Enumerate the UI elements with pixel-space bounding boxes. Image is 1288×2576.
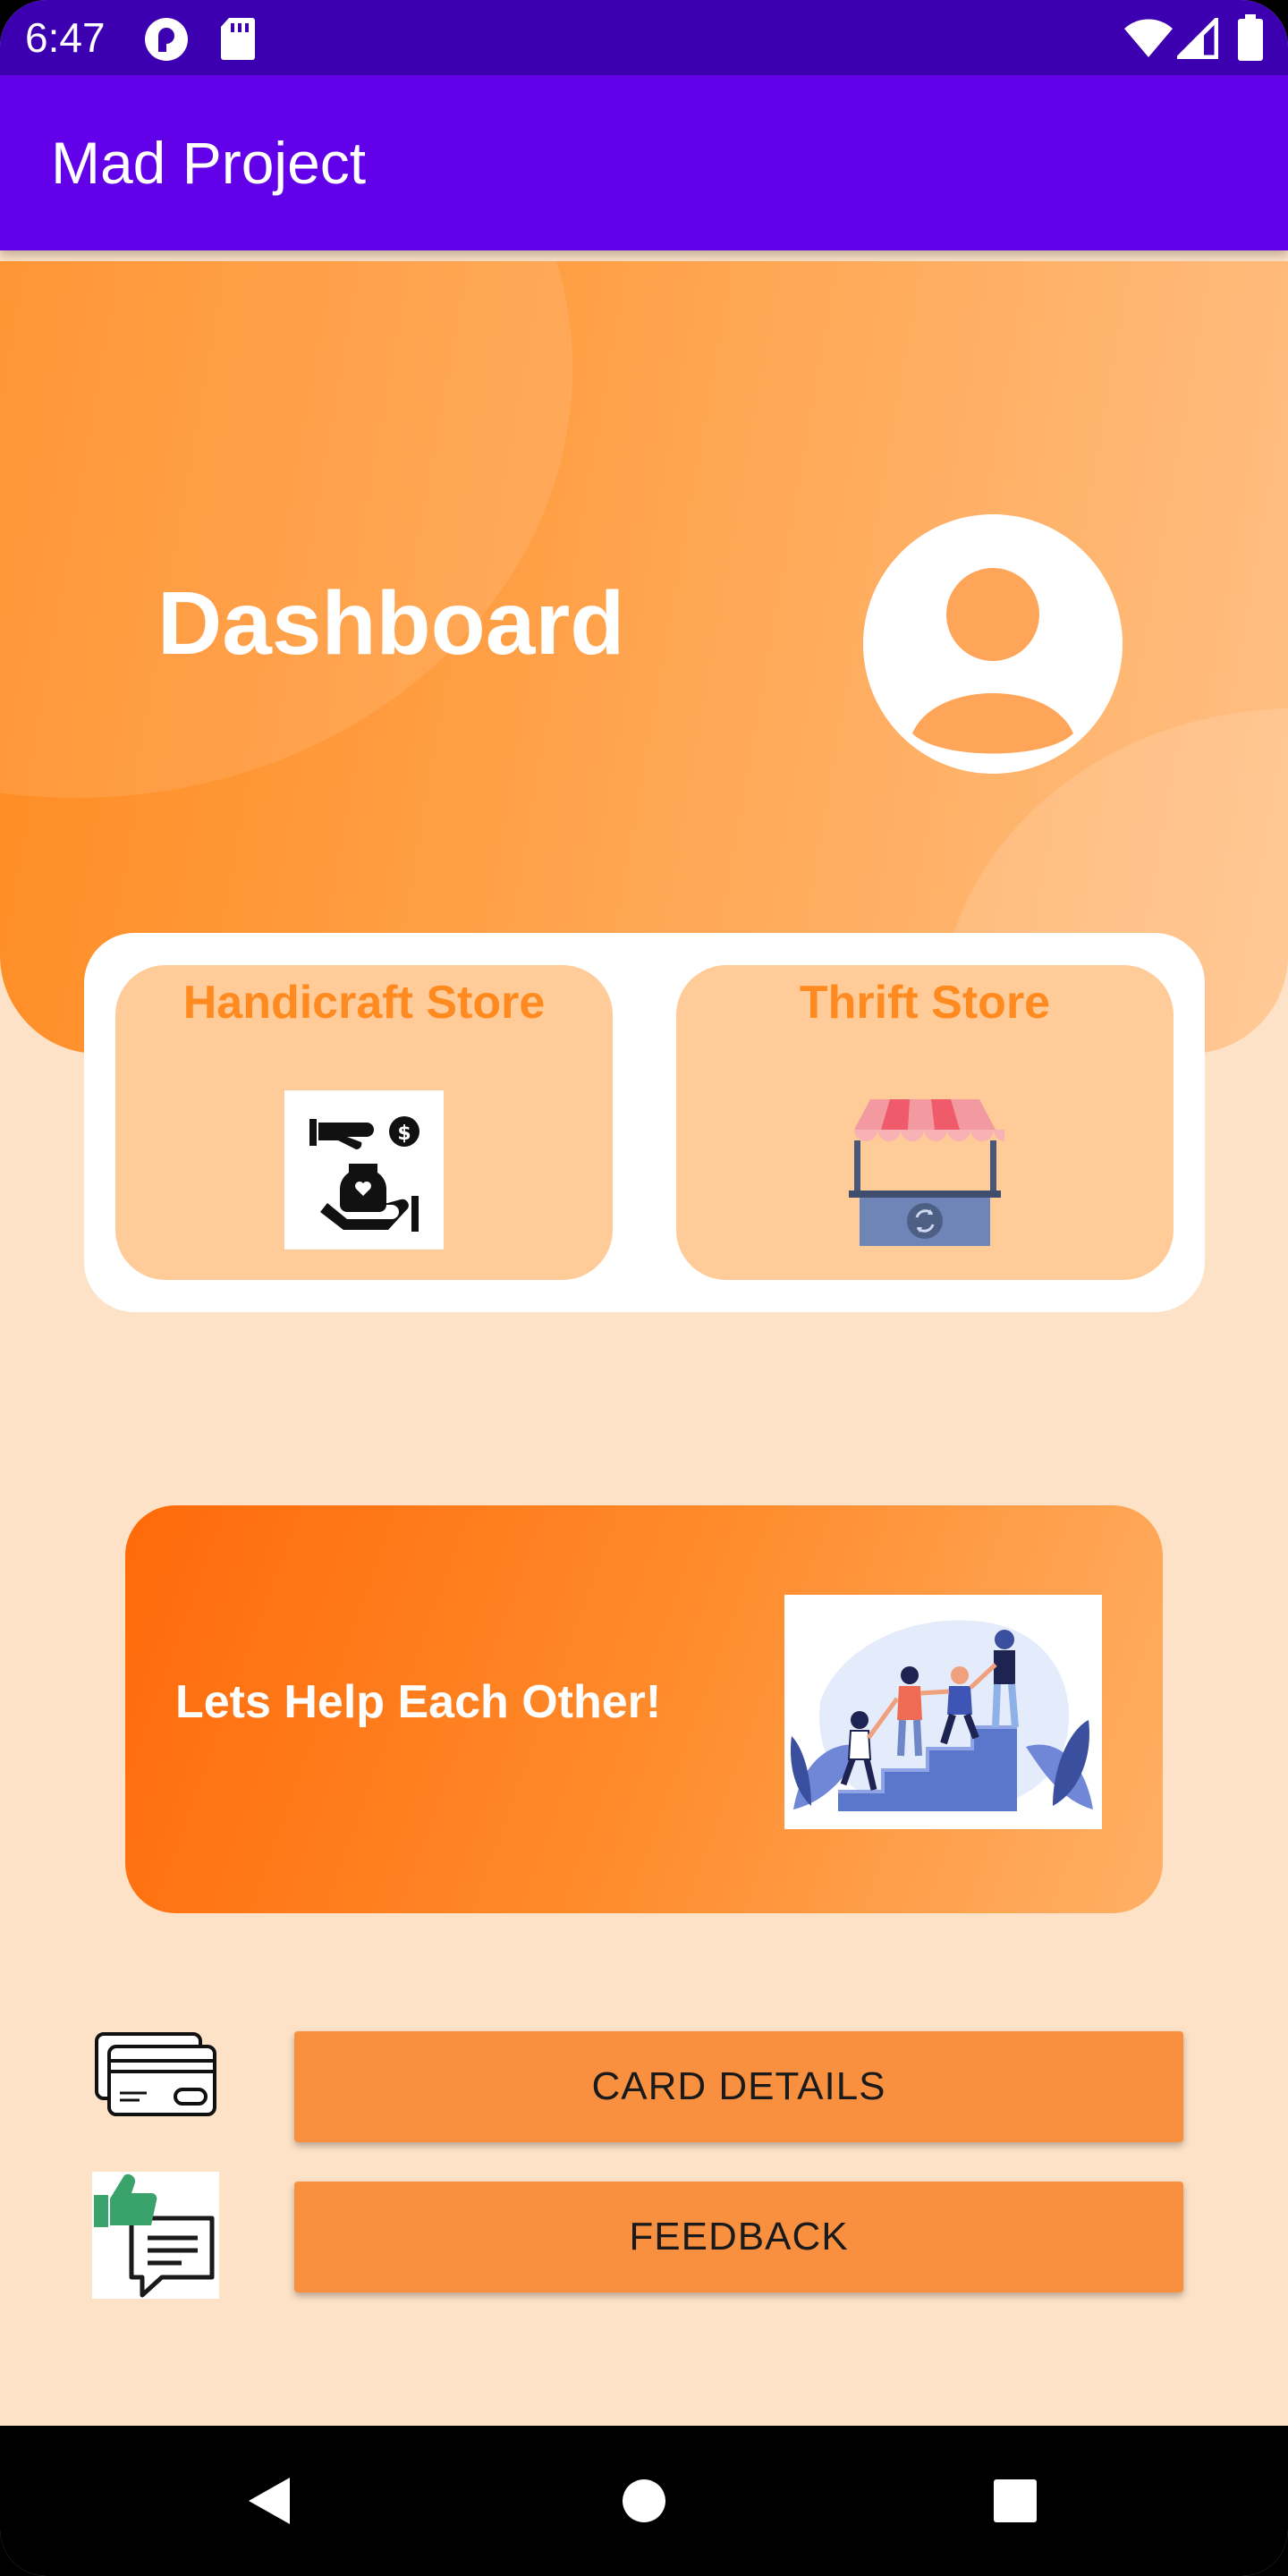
- feedback-button[interactable]: FEEDBACK: [294, 2182, 1183, 2292]
- store-panel: Handicraft Store $ Thrift Store: [84, 933, 1205, 1312]
- battery-icon: [1238, 14, 1263, 65]
- status-bar: 6:47: [0, 0, 1288, 75]
- people-climbing-stairs-illustration: [784, 1595, 1102, 1829]
- credit-cards-icon: [93, 2030, 218, 2124]
- store-title: Thrift Store: [799, 977, 1051, 1029]
- page-title: Dashboard: [157, 573, 625, 674]
- signal-icon: [1173, 13, 1219, 64]
- navigation-bar: [0, 2426, 1288, 2576]
- wifi-icon: [1123, 18, 1174, 64]
- notification-app-icon: [143, 16, 190, 67]
- store-title: Handicraft Store: [182, 977, 546, 1029]
- account-circle-icon[interactable]: [863, 514, 1123, 774]
- market-stall-icon: [845, 1090, 1017, 1250]
- app-bar: Mad Project: [0, 75, 1288, 250]
- app-title: Mad Project: [51, 130, 367, 196]
- feedback-thumbs-up-icon: [92, 2172, 219, 2303]
- card-details-button[interactable]: CARD DETAILS: [294, 2031, 1183, 2142]
- donation-hands-icon: $: [284, 1090, 444, 1250]
- status-time: 6:47: [25, 14, 106, 61]
- screen: 6:47 Mad Project Dashboard Handicraft St…: [0, 0, 1288, 2576]
- svg-text:$: $: [397, 1123, 411, 1145]
- home-icon[interactable]: [555, 2426, 733, 2576]
- recents-icon[interactable]: [926, 2426, 1105, 2576]
- thrift-store-card[interactable]: Thrift Store: [676, 965, 1174, 1280]
- help-banner[interactable]: Lets Help Each Other!: [125, 1505, 1163, 1913]
- decorative-blob: [0, 261, 572, 798]
- handicraft-store-card[interactable]: Handicraft Store $: [115, 965, 613, 1280]
- sd-card-icon: [220, 16, 256, 65]
- banner-text: Lets Help Each Other!: [175, 1676, 662, 1728]
- back-icon[interactable]: [179, 2426, 358, 2576]
